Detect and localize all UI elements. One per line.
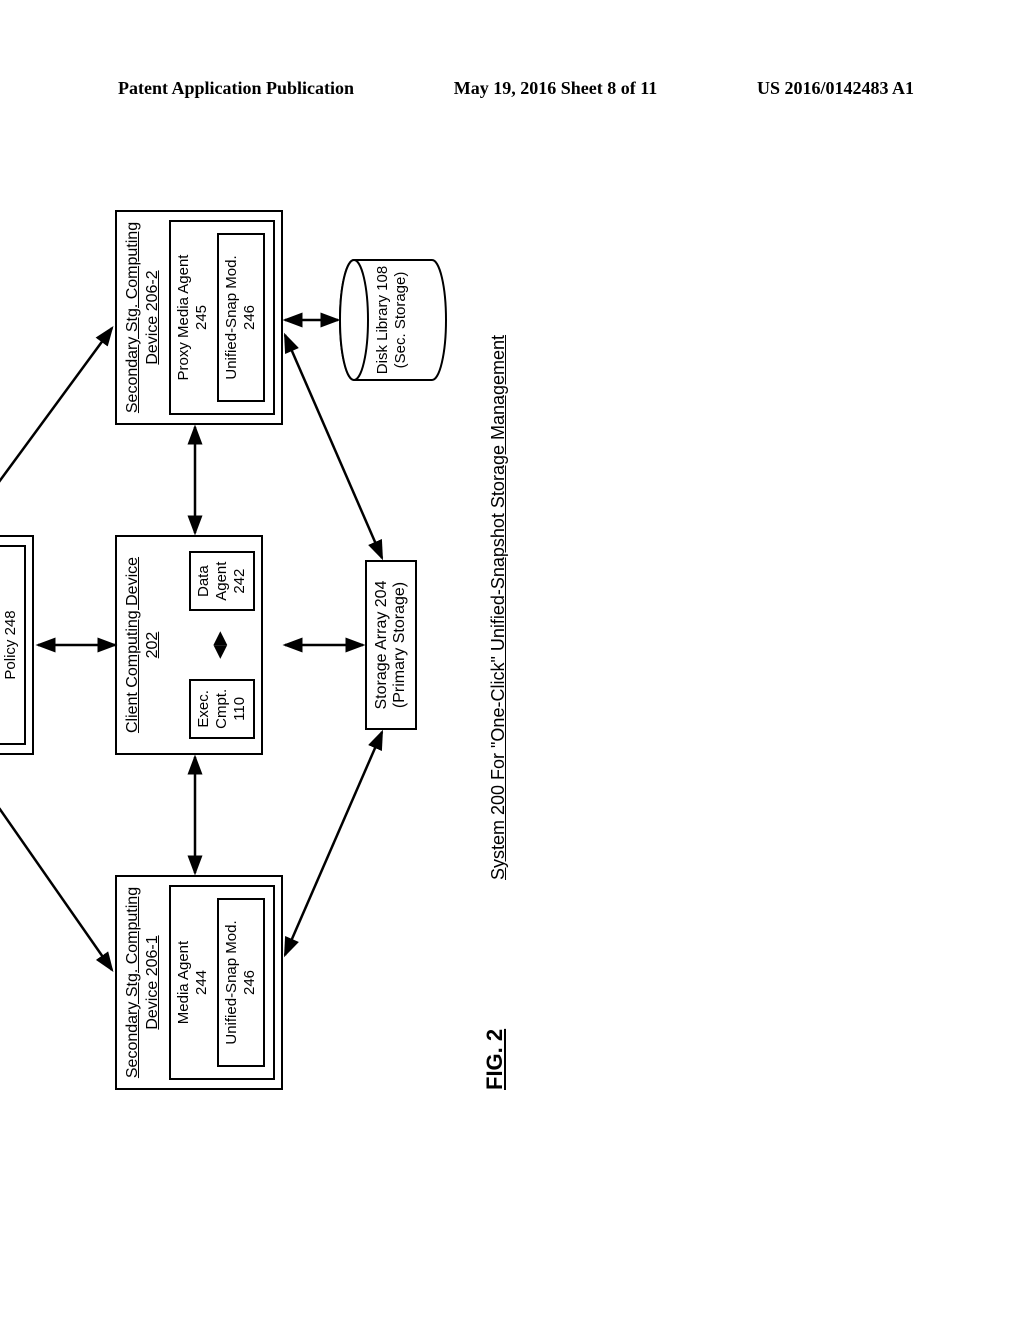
client-computing-device-title: Client Computing Device 202: [123, 545, 163, 745]
unified-snap-storage-policy-box: Unified-Snap Storage Policy 248: [0, 545, 26, 745]
secondary-device-2-title: Secondary Stg. Computing Device 206-2: [123, 222, 163, 413]
figure-area: Storage Manager 240 Unified-Snap Mgr. 24…: [10, 330, 890, 970]
header-left: Patent Application Publication: [118, 78, 354, 99]
media-agent-label: Media Agent 244: [175, 893, 211, 1072]
secondary-device-2-box: Secondary Stg. Computing Device 206-2 Pr…: [115, 210, 283, 425]
storage-array-box: Storage Array 204 (Primary Storage): [365, 560, 417, 730]
figure-inner: Storage Manager 240 Unified-Snap Mgr. 24…: [0, 210, 530, 1090]
figure-caption: System 200 For "One-Click" Unified-Snaps…: [488, 335, 509, 880]
header-center: May 19, 2016 Sheet 8 of 11: [454, 78, 657, 99]
double-arrow-icon: ◀▶: [209, 631, 230, 659]
client-computing-device-box: Client Computing Device 202 Exec. Cmpt. …: [115, 535, 263, 755]
page-header: Patent Application Publication May 19, 2…: [0, 78, 1024, 99]
secondary-device-1-title: Secondary Stg. Computing Device 206-1: [123, 887, 163, 1078]
exec-cmpt-box: Exec. Cmpt. 110: [189, 679, 255, 739]
data-agent-box: Data Agent 242: [189, 551, 255, 611]
secondary-device-1-box: Secondary Stg. Computing Device 206-1 Me…: [115, 875, 283, 1090]
proxy-media-agent-label: Proxy Media Agent 245: [175, 228, 211, 407]
unified-snap-mod-2-box: Unified-Snap Mod. 246: [217, 233, 265, 402]
proxy-media-agent-box: Proxy Media Agent 245 Unified-Snap Mod. …: [169, 220, 275, 415]
disk-library-icon: Disk Library 108 (Sec. Storage): [338, 255, 448, 385]
header-right: US 2016/0142483 A1: [757, 78, 914, 99]
storage-manager-box: Storage Manager 240 Unified-Snap Mgr. 24…: [0, 535, 34, 755]
unified-snap-mod-1-box: Unified-Snap Mod. 246: [217, 898, 265, 1067]
media-agent-box: Media Agent 244 Unified-Snap Mod. 246: [169, 885, 275, 1080]
figure-label: FIG. 2: [482, 1029, 508, 1090]
disk-library-label: Disk Library 108 (Sec. Storage): [374, 255, 410, 385]
